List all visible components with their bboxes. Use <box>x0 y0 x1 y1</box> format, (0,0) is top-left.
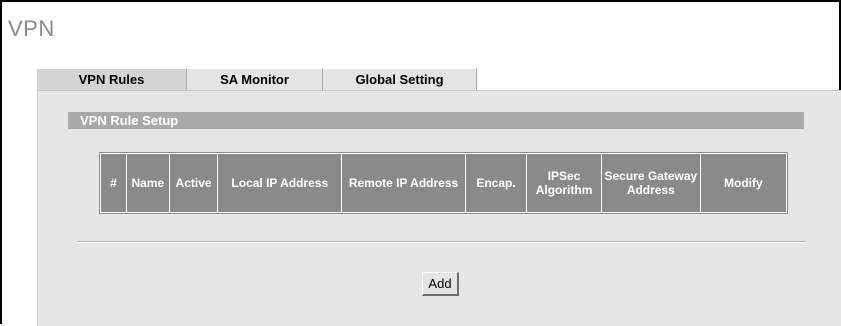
tab-strip: VPN Rules SA Monitor Global Setting <box>37 68 477 90</box>
column-header-remote-ip: Remote IP Address <box>342 154 465 212</box>
column-header-index: # <box>101 154 126 212</box>
vpn-rules-panel: VPN Rule Setup # Name Active Local IP Ad… <box>37 90 841 326</box>
column-header-encap: Encap. <box>465 154 527 212</box>
divider <box>78 241 806 243</box>
tab-vpn-rules[interactable]: VPN Rules <box>37 68 187 90</box>
column-header-active: Active <box>169 154 218 212</box>
column-header-secure-gateway: Secure Gateway Address <box>601 154 700 212</box>
tab-sa-monitor[interactable]: SA Monitor <box>187 68 323 90</box>
column-header-local-ip: Local IP Address <box>218 154 342 212</box>
add-button[interactable]: Add <box>422 272 459 296</box>
column-header-ipsec-algorithm: IPSec Algorithm <box>527 154 601 212</box>
table-header-row: # Name Active Local IP Address Remote IP… <box>101 154 786 212</box>
section-title-bar: VPN Rule Setup <box>68 112 804 129</box>
column-header-name: Name <box>127 154 169 212</box>
column-header-modify: Modify <box>700 154 786 212</box>
tab-global-setting[interactable]: Global Setting <box>323 68 477 90</box>
page-title: VPN <box>8 16 55 41</box>
vpn-rules-table: # Name Active Local IP Address Remote IP… <box>99 152 788 214</box>
vpn-config-frame: VPN VPN Rules SA Monitor Global Setting … <box>0 0 841 326</box>
